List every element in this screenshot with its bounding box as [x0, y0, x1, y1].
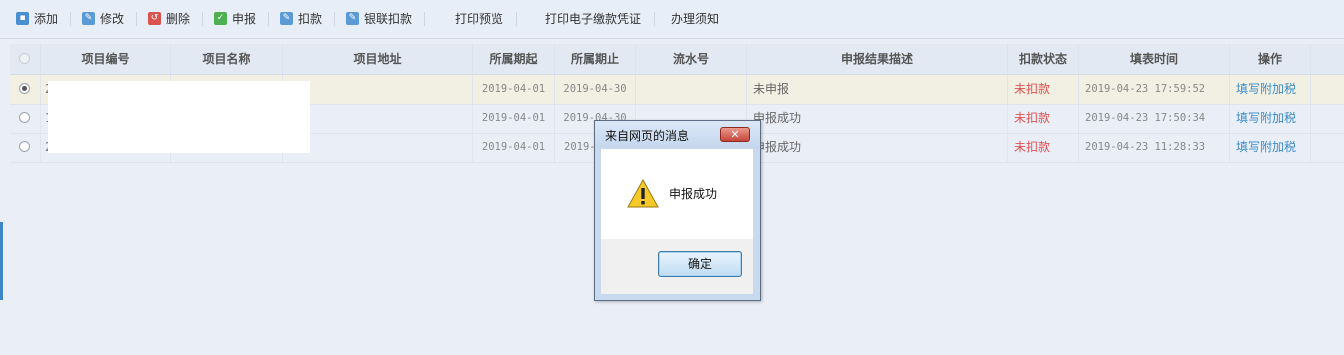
cell-deduct-status: 未扣款: [1008, 104, 1079, 133]
cell-period-start: 2019-04-01: [473, 104, 555, 133]
warning-icon: [627, 179, 659, 208]
cell-serial-no: [636, 75, 747, 104]
deduct-button-label: 扣款: [298, 12, 323, 26]
ok-button[interactable]: 确定: [658, 251, 742, 277]
cell-period-end: 2019-04-30: [555, 75, 636, 104]
cell-project-address: [283, 133, 473, 162]
cell-result-desc: 申报成功: [747, 104, 1008, 133]
header-project-name[interactable]: 项目名称: [171, 44, 283, 74]
cell-period-start: 2019-04-01: [473, 75, 555, 104]
dialog-footer: 确定: [601, 239, 753, 294]
fill-surtax-link[interactable]: 填写附加税: [1230, 75, 1311, 104]
header-result-desc[interactable]: 申报结果描述: [747, 44, 1008, 74]
header-actions: 操作: [1230, 44, 1311, 74]
print-voucher-button[interactable]: 打印电子缴款凭证: [545, 9, 641, 29]
cell-deduct-status: 未扣款: [1008, 75, 1079, 104]
unionpay-icon: ✎: [346, 12, 359, 25]
close-button[interactable]: ✕: [720, 127, 750, 142]
cell-period-start: 2019-04-01: [473, 133, 555, 162]
row-select-radio[interactable]: [19, 112, 30, 123]
print-preview-button[interactable]: 打印预览: [455, 9, 503, 29]
cell-fill-time: 2019-04-23 11:28:33: [1079, 133, 1230, 162]
header-project-id[interactable]: 项目编号: [41, 44, 171, 74]
dialog-body: 申报成功: [601, 149, 753, 239]
toolbar-divider: [70, 12, 71, 26]
left-edge-strip: [0, 222, 3, 300]
header-fill-time[interactable]: 填表时间: [1079, 44, 1230, 74]
toolbar-divider: [136, 12, 137, 26]
toolbar: ▪ 添加 ✎ 修改 ↺ 删除 ✓ 申报 ✎ 扣款 ✎ 银联扣款 打印预览 打印电…: [0, 0, 1344, 39]
cell-project-address: [283, 104, 473, 133]
toolbar-divider: [424, 12, 425, 26]
dialog-title: 来自网页的消息: [605, 129, 690, 143]
delete-button-label: 删除: [166, 12, 191, 26]
header-deduct-status[interactable]: 扣款状态: [1008, 44, 1079, 74]
header-project-address[interactable]: 项目地址: [283, 44, 473, 74]
deduct-icon: ✎: [280, 12, 293, 25]
cell-result-desc: 未申报: [747, 75, 1008, 104]
grid-header: 项目编号 项目名称 项目地址 所属期起 所属期止 流水号 申报结果描述 扣款状态…: [10, 44, 1344, 75]
row-select-radio[interactable]: [19, 141, 30, 152]
dialog-titlebar[interactable]: 来自网页的消息 ✕: [595, 121, 760, 148]
check-icon: ✓: [214, 12, 227, 25]
toolbar-divider: [268, 12, 269, 26]
fill-surtax-link[interactable]: 填写附加税: [1230, 104, 1311, 133]
edit-button-label: 修改: [100, 12, 125, 26]
cell-fill-time: 2019-04-23 17:50:34: [1079, 104, 1230, 133]
cell-deduct-status: 未扣款: [1008, 133, 1079, 162]
edit-icon: ✎: [82, 12, 95, 25]
header-period-start[interactable]: 所属期起: [473, 44, 555, 74]
unionpay-deduct-label: 银联扣款: [364, 12, 413, 26]
declare-button-label: 申报: [232, 12, 257, 26]
delete-icon: ↺: [148, 12, 161, 25]
cell-result-desc: 申报成功: [747, 133, 1008, 162]
toolbar-divider: [654, 12, 655, 26]
header-select-col: [10, 44, 41, 74]
add-button-label: 添加: [34, 12, 59, 26]
cell-fill-time: 2019-04-23 17:59:52: [1079, 75, 1230, 104]
close-icon: ✕: [730, 128, 740, 141]
save-icon: ▪: [16, 12, 29, 25]
fill-surtax-link[interactable]: 填写附加税: [1230, 133, 1311, 162]
guide-button[interactable]: 办理须知: [671, 9, 719, 29]
message-dialog: 来自网页的消息 ✕ 申报成功 确定: [594, 120, 761, 301]
row-select-radio[interactable]: [19, 83, 30, 94]
header-period-end[interactable]: 所属期止: [555, 44, 636, 74]
header-serial-no[interactable]: 流水号: [636, 44, 747, 74]
toolbar-divider: [516, 12, 517, 26]
toolbar-divider: [202, 12, 203, 26]
dialog-message: 申报成功: [669, 187, 718, 201]
redaction-block: [48, 81, 310, 153]
cell-project-address: [283, 75, 473, 104]
select-all-radio: [19, 53, 30, 64]
toolbar-divider: [334, 12, 335, 26]
